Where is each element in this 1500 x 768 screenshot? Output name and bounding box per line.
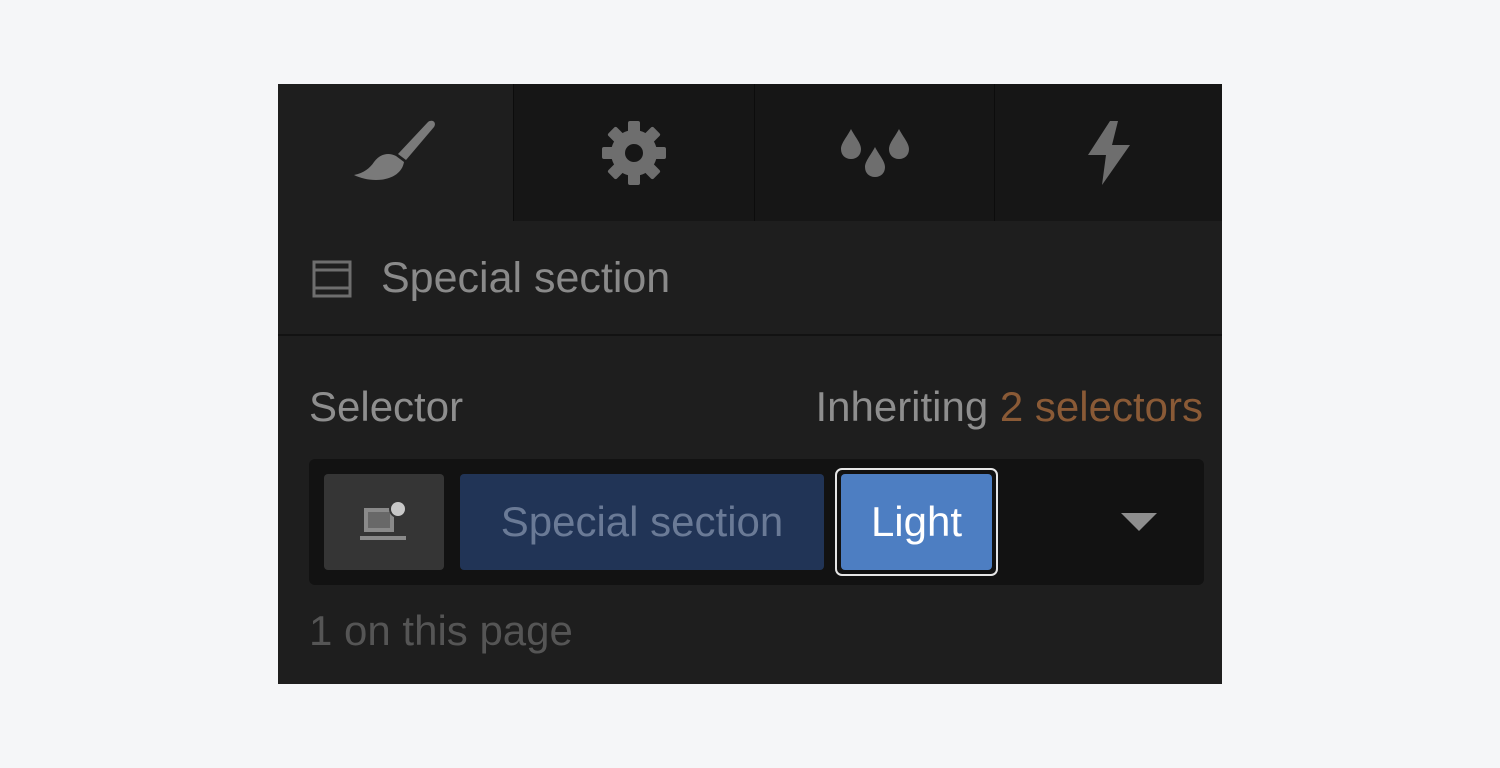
- droplets-icon: [840, 128, 909, 177]
- element-name: Special section: [381, 254, 671, 302]
- selector-label: Selector: [309, 383, 464, 430]
- selector-tag-special-section[interactable]: Special section: [460, 474, 824, 570]
- section-icon: [312, 260, 352, 298]
- selector-tag-focus-ring: Light: [835, 468, 998, 576]
- tab-style[interactable]: [278, 84, 513, 221]
- state-selector-icon: [360, 500, 407, 540]
- tab-interactions[interactable]: [994, 84, 1222, 221]
- selected-element-row: Special section: [278, 221, 1222, 336]
- tab-settings[interactable]: [513, 84, 754, 221]
- lightning-icon: [1087, 120, 1130, 185]
- paintbrush-icon: [353, 120, 435, 180]
- inheriting-selectors-link[interactable]: 2 selectors: [1000, 383, 1203, 430]
- panel-tabbar: [278, 84, 1222, 221]
- gear-icon: [602, 120, 666, 185]
- selector-field[interactable]: Special section Light: [309, 459, 1204, 585]
- chevron-down-icon[interactable]: [1121, 513, 1157, 531]
- selector-usage-count: 1 on this page: [309, 607, 573, 654]
- inheriting-prefix: Inheriting: [815, 383, 989, 430]
- tab-style-manager[interactable]: [754, 84, 994, 221]
- inheriting-info: Inheriting 2 selectors: [815, 382, 1203, 432]
- state-selector-button[interactable]: [324, 474, 444, 570]
- style-panel: Special section Selector Inheriting 2 se…: [278, 84, 1222, 684]
- selector-tag-light[interactable]: Light: [841, 474, 992, 570]
